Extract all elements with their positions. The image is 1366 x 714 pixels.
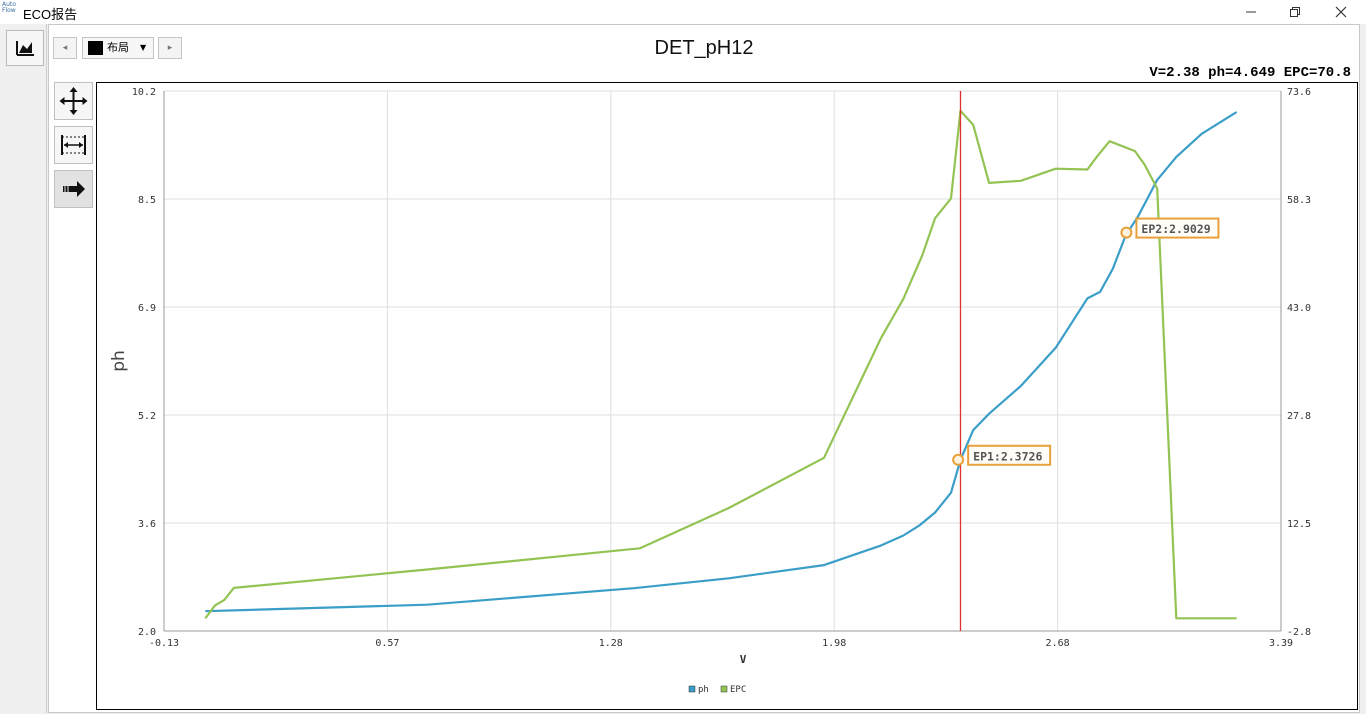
y-tick-label: 2.0 — [138, 627, 156, 638]
cursor-readout: V=2.38 ph=4.649 EPC=70.8 — [1149, 65, 1351, 81]
y-tick-label: 3.6 — [138, 519, 156, 530]
plot-frame: -0.13 0.57 1.28 1.98 2.68 3.39 2.0 3.6 5.2 6.9 8.… — [96, 82, 1358, 710]
y-axis-ticks: 2.0 3.6 5.2 6.9 8.5 10.2 — [132, 87, 156, 638]
y-tick-label: 8.5 — [138, 195, 156, 206]
pan-tool-button[interactable] — [54, 82, 93, 120]
arrow-right-icon — [63, 181, 85, 197]
y2-tick-label: 43.0 — [1287, 303, 1311, 314]
legend-label: EPC — [730, 685, 746, 695]
x-tick-label: -0.13 — [149, 638, 179, 649]
chart-view-button[interactable] — [6, 30, 44, 66]
x-tick-label: 2.68 — [1046, 638, 1070, 649]
y2-tick-label: 12.5 — [1287, 519, 1311, 530]
maximize-button[interactable] — [1272, 0, 1318, 24]
series-line-ph — [205, 111, 1238, 613]
x-tick-label: 1.28 — [599, 638, 623, 649]
y2-tick-label: -2.8 — [1287, 627, 1311, 638]
cursor-tool-button[interactable] — [54, 170, 93, 208]
endpoint-label: EP2:2.9029 — [1141, 222, 1210, 236]
series-lines — [204, 109, 1238, 620]
legend-label: ph — [698, 685, 709, 695]
x-axis-ticks: -0.13 0.57 1.28 1.98 2.68 3.39 — [149, 638, 1293, 649]
y-tick-label: 10.2 — [132, 87, 156, 98]
chart-title: DET_pH12 — [654, 37, 754, 59]
fit-width-icon — [61, 135, 86, 155]
fit-width-tool-button[interactable] — [54, 126, 93, 164]
close-icon — [1335, 6, 1347, 18]
area-chart-icon — [16, 41, 34, 56]
x-axis-label: V — [740, 653, 747, 666]
app-logo: Auto Flow — [2, 1, 16, 14]
report-panel: ◂ 布局 ▼ ▸ DET_pH12 V=2.38 ph=4.649 EPC=70… — [48, 24, 1360, 713]
window-title: ECO报告 — [23, 7, 78, 22]
endpoint-marker — [1120, 226, 1133, 239]
close-button[interactable] — [1318, 0, 1364, 24]
x-tick-label: 0.57 — [375, 638, 399, 649]
endpoint-marker — [952, 453, 965, 466]
left-panel — [0, 24, 47, 713]
y-axis-label: ph — [109, 350, 129, 372]
y-tick-label: 5.2 — [138, 411, 156, 422]
title-bar: Auto Flow ECO报告 — [0, 0, 1366, 24]
y2-tick-label: 58.3 — [1287, 195, 1311, 206]
y2-axis-ticks: -2.8 12.5 27.8 43.0 58.3 73.6 — [1287, 87, 1311, 638]
endpoint-markers: EP1:2.3726 EP2:2.9029 — [952, 217, 1220, 466]
grid-lines — [163, 90, 1282, 632]
legend: ph EPC — [688, 685, 746, 695]
x-tick-label: 3.39 — [1269, 638, 1293, 649]
minimize-icon — [1246, 11, 1256, 13]
titration-chart: -0.13 0.57 1.28 1.98 2.68 3.39 2.0 3.6 5.2 6.9 8.… — [109, 87, 1311, 695]
minimize-button[interactable] — [1228, 0, 1274, 24]
legend-swatch — [688, 685, 696, 693]
y2-tick-label: 27.8 — [1287, 411, 1311, 422]
x-tick-label: 1.98 — [822, 638, 846, 649]
legend-swatch — [720, 685, 728, 693]
series-line-epc — [204, 109, 1237, 620]
move-arrows-icon — [59, 87, 88, 115]
restore-icon — [1290, 7, 1300, 17]
y2-tick-label: 73.6 — [1287, 87, 1311, 98]
y-tick-label: 6.9 — [138, 303, 156, 314]
endpoint-label: EP1:2.3726 — [973, 449, 1042, 463]
